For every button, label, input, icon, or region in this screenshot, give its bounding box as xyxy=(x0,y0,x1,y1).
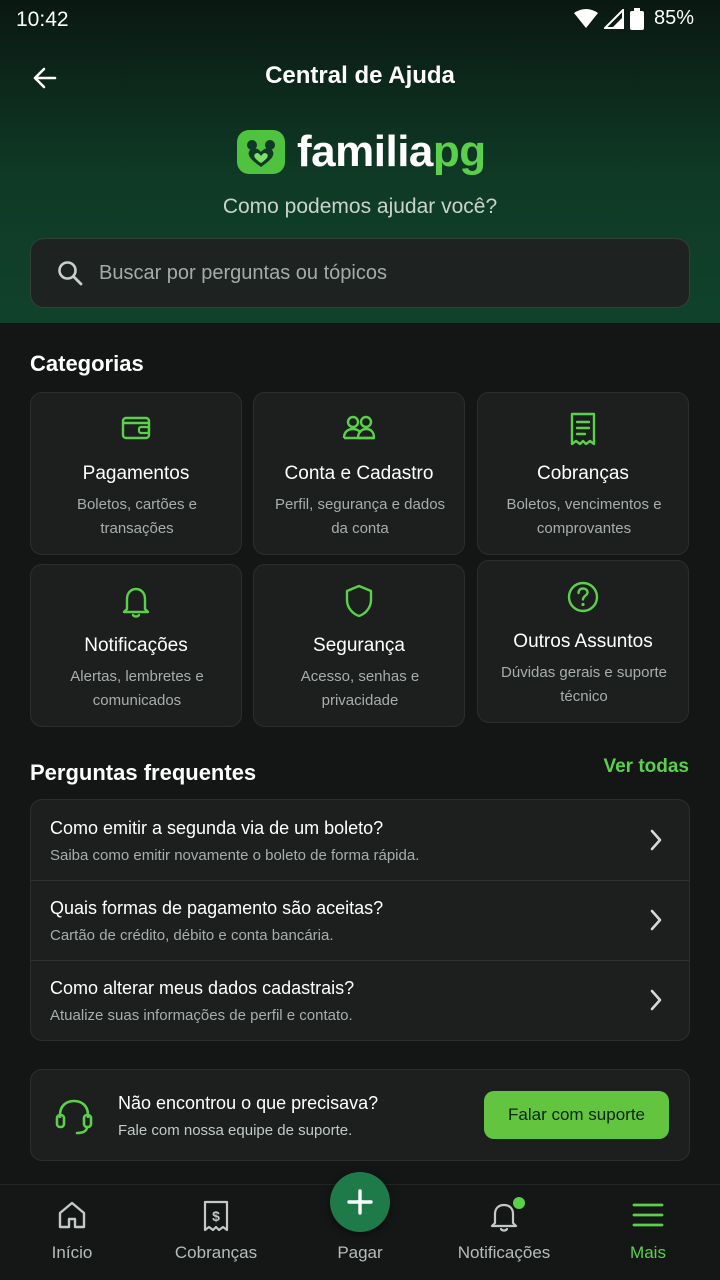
faq-question: Como alterar meus dados cadastrais? xyxy=(50,978,355,998)
receipt-icon xyxy=(570,412,596,446)
nav-item-notifications[interactable]: Notificações xyxy=(432,1185,576,1280)
invoice-icon: $ xyxy=(203,1200,229,1232)
category-title: Pagamentos xyxy=(82,463,190,484)
faq-item[interactable]: Como alterar meus dados cadastrais? Atua… xyxy=(31,960,689,1040)
category-title: Conta e Cadastro xyxy=(284,463,434,484)
faq-answer: Atualize suas informações de perfil e co… xyxy=(50,1007,353,1024)
help-circle-icon xyxy=(567,581,599,613)
category-card-other[interactable]: Outros Assuntos Dúvidas gerais e suporte… xyxy=(477,560,689,723)
battery-percent: 85% xyxy=(653,7,694,29)
chevron-right-icon xyxy=(650,829,662,851)
brand-wordmark-part2: pg xyxy=(432,127,486,176)
faq-item[interactable]: Quais formas de pagamento são aceitas? C… xyxy=(31,880,689,960)
notification-badge-dot xyxy=(513,1197,525,1209)
nav-label: Pagar xyxy=(337,1243,383,1262)
users-icon xyxy=(342,415,376,440)
nav-label: Mais xyxy=(630,1243,666,1262)
support-desc: Fale com nossa equipe de suporte. xyxy=(118,1122,353,1139)
search-bar[interactable] xyxy=(30,238,690,308)
status-time: 10:42 xyxy=(16,8,69,31)
brand-wordmark-part1: familia xyxy=(297,127,433,176)
contact-support-button[interactable]: Falar com suporte xyxy=(484,1091,669,1139)
nav-label: Início xyxy=(51,1243,93,1262)
wifi-icon xyxy=(573,8,598,28)
categories-title: Categorias xyxy=(30,351,144,376)
faq-item[interactable]: Como emitir a segunda via de um boleto? … xyxy=(31,800,689,880)
search-icon xyxy=(58,261,83,286)
category-title: Outros Assuntos xyxy=(513,631,653,652)
brand-wordmark: familiapg xyxy=(297,128,486,176)
nav-label: Notificações xyxy=(457,1243,551,1262)
faq-answer: Cartão de crédito, débito e conta bancár… xyxy=(50,927,334,944)
category-desc: Alertas, lembretes e comunicados xyxy=(70,668,204,709)
brand-logo: familiapg xyxy=(237,128,486,176)
faq-question: Quais formas de pagamento são aceitas? xyxy=(50,898,384,918)
signal-icon xyxy=(603,8,624,29)
faq-title: Perguntas frequentes xyxy=(30,760,257,785)
nav-item-billing[interactable]: $ Cobranças xyxy=(144,1185,288,1280)
logo-mark-icon xyxy=(237,130,285,174)
shield-icon xyxy=(345,584,373,618)
category-card-billing[interactable]: Cobranças Boletos, vencimentos e comprov… xyxy=(477,392,689,555)
faq-list: Como emitir a segunda via de um boleto? … xyxy=(30,799,690,1041)
category-desc: Perfil, segurança e dados da conta xyxy=(274,496,446,537)
category-card-security[interactable]: Segurança Acesso, senhas e privacidade xyxy=(253,564,465,727)
page-title: Central de Ajuda xyxy=(265,62,455,89)
see-all-link[interactable]: Ver todas xyxy=(603,756,689,778)
wallet-icon xyxy=(121,416,151,440)
home-icon xyxy=(58,1201,86,1229)
support-card: Não encontrou o que precisava? Fale com … xyxy=(30,1069,690,1161)
chevron-right-icon xyxy=(650,909,662,931)
hero-subtitle: Como podemos ajudar você? xyxy=(222,195,498,218)
bell-icon xyxy=(122,587,150,618)
faq-question: Como emitir a segunda via de um boleto? xyxy=(50,818,384,838)
search-input[interactable] xyxy=(99,261,659,285)
status-bar: 10:42 85% xyxy=(0,0,720,40)
nav-label: Cobranças xyxy=(174,1243,258,1262)
category-card-notifications[interactable]: Notificações Alertas, lembretes e comuni… xyxy=(30,564,242,727)
headset-icon xyxy=(55,1099,93,1135)
faq-answer: Saiba como emitir novamente o boleto de … xyxy=(50,847,420,864)
support-title: Não encontrou o que precisava? xyxy=(118,1093,379,1113)
nav-item-more[interactable]: Mais xyxy=(576,1185,720,1280)
category-desc: Boletos, vencimentos e comprovantes xyxy=(506,496,662,537)
menu-icon xyxy=(632,1203,664,1227)
category-title: Segurança xyxy=(313,635,405,656)
battery-icon xyxy=(629,7,644,30)
category-card-payments[interactable]: Pagamentos Boletos, cartões e transações xyxy=(30,392,242,555)
category-title: Notificações xyxy=(84,635,188,656)
category-desc: Acesso, senhas e privacidade xyxy=(300,668,420,709)
pay-fab-button[interactable] xyxy=(330,1172,390,1232)
plus-icon xyxy=(347,1189,373,1215)
nav-item-home[interactable]: Início xyxy=(0,1185,144,1280)
category-desc: Dúvidas gerais e suporte técnico xyxy=(501,664,667,705)
chevron-right-icon xyxy=(650,989,662,1011)
category-title: Cobranças xyxy=(537,463,629,484)
svg-text:$: $ xyxy=(212,1208,220,1224)
category-card-account[interactable]: Conta e Cadastro Perfil, segurança e dad… xyxy=(253,392,465,555)
status-icons: 85% xyxy=(573,7,694,30)
category-desc: Boletos, cartões e transações xyxy=(76,496,198,537)
